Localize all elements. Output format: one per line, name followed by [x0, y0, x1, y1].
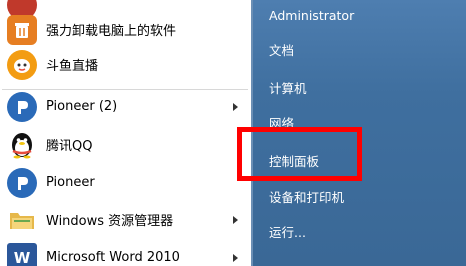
- documents-link[interactable]: 文档: [269, 37, 294, 61]
- qq-penguin-icon: [7, 130, 37, 160]
- program-item-uninstaller[interactable]: 强力卸载电脑上的软件: [0, 11, 251, 48]
- program-label: 腾讯QQ: [46, 139, 93, 154]
- word-icon: W: [7, 242, 37, 266]
- program-label: Pioneer: [46, 175, 95, 190]
- folder-icon: [7, 205, 37, 235]
- computer-link[interactable]: 计算机: [269, 75, 307, 99]
- submenu-arrow-icon: [233, 102, 238, 111]
- pioneer-icon: [7, 91, 37, 122]
- program-item-word[interactable]: W Microsoft Word 2010: [0, 239, 251, 266]
- program-item-pioneer[interactable]: Pioneer: [0, 164, 251, 201]
- uninstaller-icon: [7, 14, 37, 45]
- program-item-qq[interactable]: 腾讯QQ: [0, 126, 251, 163]
- program-item-douyu[interactable]: 斗鱼直播: [0, 46, 251, 83]
- program-item-explorer[interactable]: Windows 资源管理器: [0, 201, 251, 238]
- program-label: Pioneer (2): [46, 99, 118, 114]
- devices-and-printers-link[interactable]: 设备和打印机: [269, 184, 344, 208]
- douyu-icon: [7, 49, 37, 80]
- user-account-link[interactable]: Administrator: [269, 3, 354, 27]
- pioneer-icon: [7, 167, 37, 198]
- program-label: 强力卸载电脑上的软件: [46, 24, 177, 39]
- program-item-pioneer-2[interactable]: Pioneer (2): [0, 88, 251, 125]
- highlight-box: [237, 127, 362, 181]
- program-label: Microsoft Word 2010: [46, 250, 180, 265]
- submenu-arrow-icon: [233, 253, 238, 262]
- program-label: 斗鱼直播: [46, 59, 99, 74]
- submenu-arrow-icon: [233, 215, 238, 224]
- program-label: Windows 资源管理器: [46, 214, 174, 229]
- run-link[interactable]: 运行...: [269, 219, 306, 243]
- start-menu-programs-pane: 强力卸载电脑上的软件 斗鱼直播 Pioneer (2) 腾讯QQ Pioneer: [0, 0, 251, 266]
